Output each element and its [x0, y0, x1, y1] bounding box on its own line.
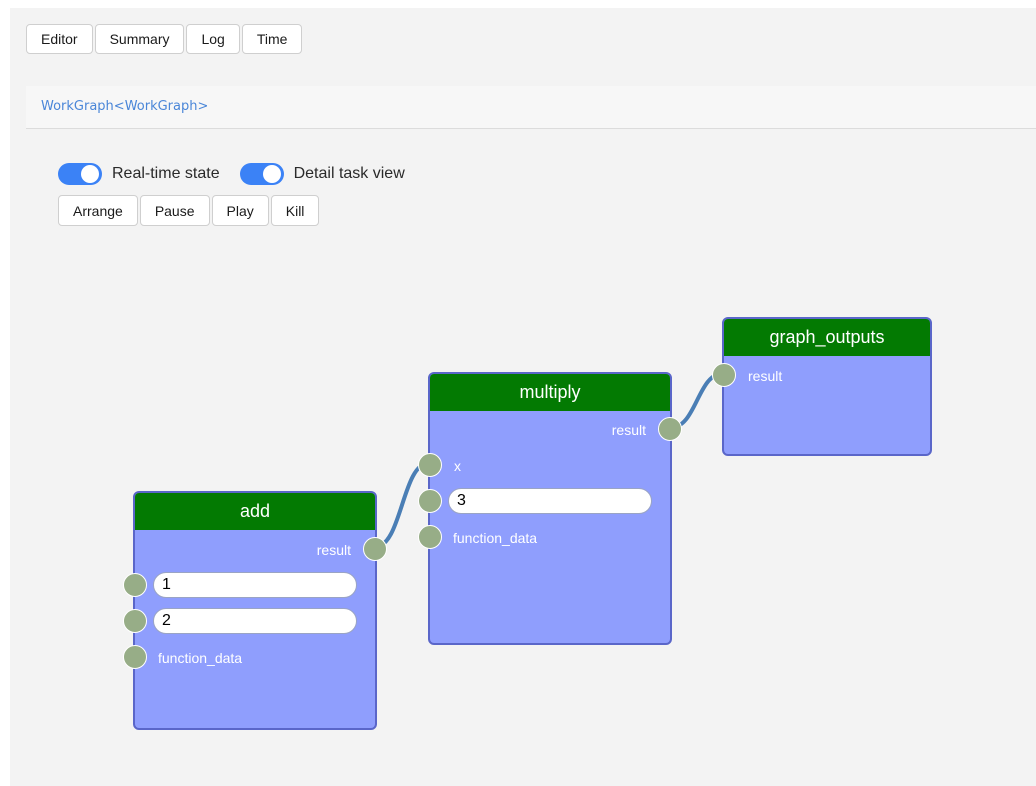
node-multiply-title: multiply — [430, 374, 670, 411]
add-result-label: result — [316, 542, 351, 558]
graph-outputs-result-input-socket[interactable] — [712, 363, 736, 387]
multiply-function-data-label: function_data — [453, 530, 538, 546]
add-function-data-socket[interactable] — [123, 645, 147, 669]
multiply-function-data-socket[interactable] — [418, 525, 442, 549]
add-function-data-label: function_data — [158, 650, 243, 666]
multiply-x-socket[interactable] — [418, 453, 442, 477]
add-input2-field[interactable] — [153, 608, 357, 634]
add-input2-socket[interactable] — [123, 609, 147, 633]
graph-outputs-result-label: result — [748, 368, 783, 384]
multiply-result-output-socket[interactable] — [658, 417, 682, 441]
add-input1-field[interactable] — [153, 572, 357, 598]
node-graph-outputs-title: graph_outputs — [724, 319, 930, 356]
node-add[interactable]: add result function_data — [123, 491, 387, 730]
multiply-result-label: result — [611, 422, 646, 438]
add-result-output-socket[interactable] — [363, 537, 387, 561]
multiply-x-label: x — [454, 458, 461, 474]
multiply-y-field[interactable] — [448, 488, 652, 514]
node-graph-outputs[interactable]: graph_outputs result — [712, 317, 932, 456]
node-multiply[interactable]: multiply result x function_data — [418, 372, 682, 645]
node-add-title: add — [135, 493, 375, 530]
multiply-y-socket[interactable] — [418, 489, 442, 513]
add-input1-socket[interactable] — [123, 573, 147, 597]
